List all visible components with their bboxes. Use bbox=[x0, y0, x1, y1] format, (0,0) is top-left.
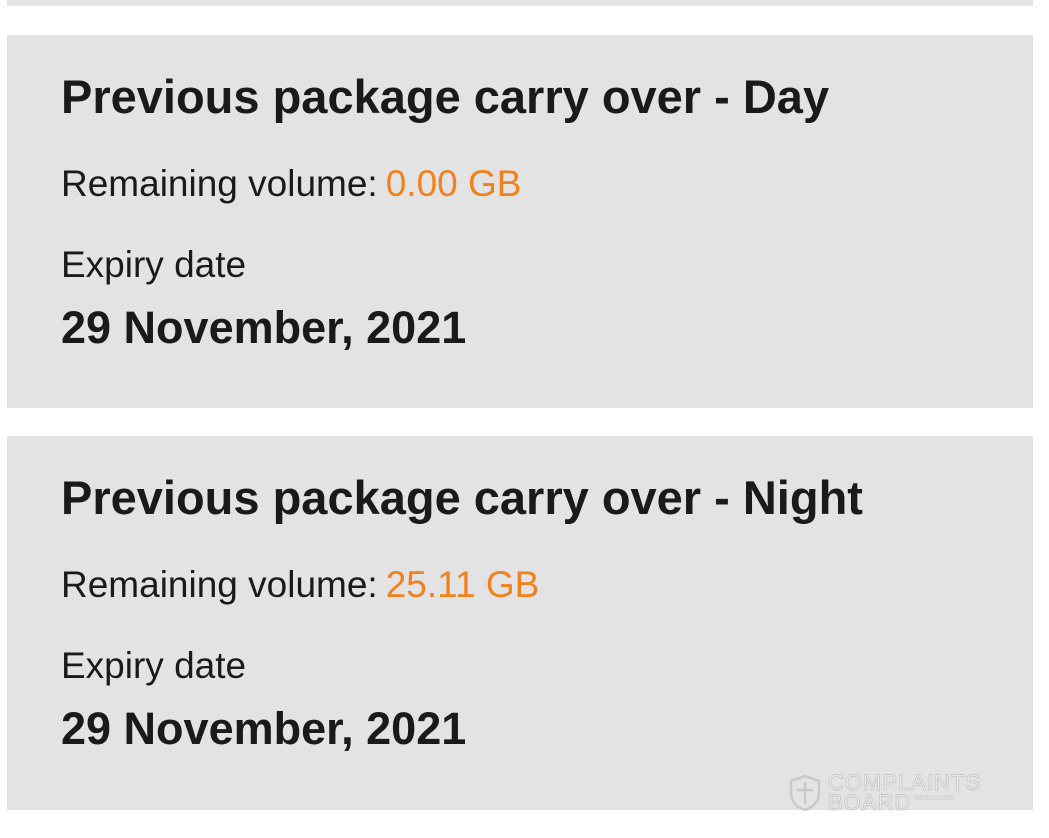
remaining-volume-label: Remaining volume: bbox=[61, 163, 378, 204]
shield-icon bbox=[789, 774, 821, 812]
remaining-volume-label: Remaining volume: bbox=[61, 564, 378, 605]
package-title: Previous package carry over - Night bbox=[61, 471, 863, 524]
remaining-volume-row: Remaining volume: 0.00 GB bbox=[61, 165, 521, 202]
package-card-night: Previous package carry over - Night Rema… bbox=[7, 436, 1033, 810]
expiry-date-label: Expiry date bbox=[61, 244, 247, 285]
remaining-volume-row: Remaining volume: 25.11 GB bbox=[61, 566, 539, 603]
remaining-volume-value: 25.11 GB bbox=[385, 564, 540, 605]
watermark-tagline: RESOLVING bbox=[914, 795, 955, 802]
complaints-board-watermark: COMPLAINTS BOARD RESOLVING bbox=[788, 771, 1008, 815]
remaining-volume-value: 0.00 GB bbox=[385, 163, 522, 204]
package-card-day: Previous package carry over - Day Remain… bbox=[7, 35, 1033, 408]
package-title: Previous package carry over - Day bbox=[61, 70, 830, 123]
expiry-date-label: Expiry date bbox=[61, 645, 247, 686]
expiry-date-value: 29 November, 2021 bbox=[61, 703, 467, 754]
previous-card-partial bbox=[7, 0, 1033, 6]
expiry-date-value: 29 November, 2021 bbox=[61, 302, 467, 353]
watermark-line2: BOARD bbox=[827, 790, 912, 815]
